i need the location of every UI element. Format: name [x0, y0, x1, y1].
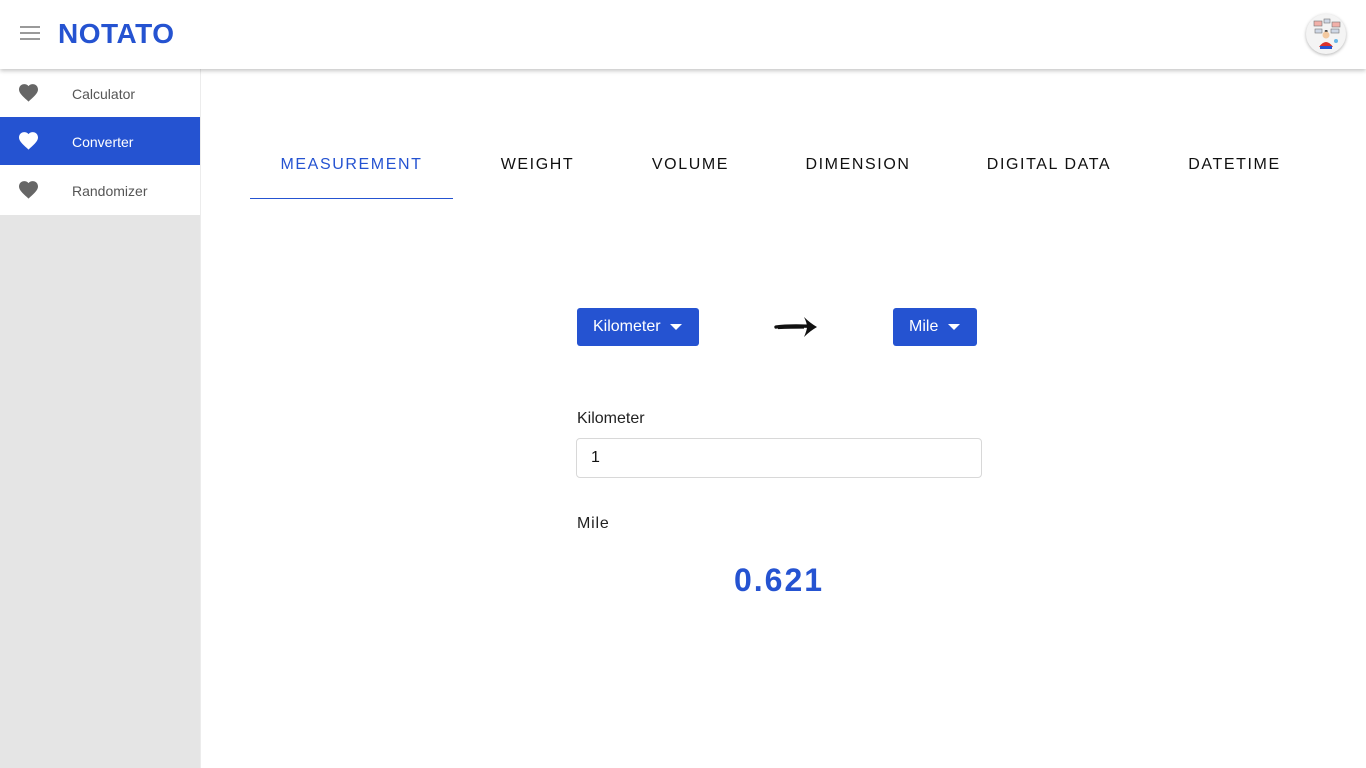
- input-label: Kilometer: [577, 410, 645, 427]
- tab-measurement[interactable]: MEASUREMENT: [250, 140, 453, 199]
- sidebar-item-randomizer[interactable]: Randomizer: [0, 165, 200, 215]
- tab-digital-data[interactable]: DIGITAL DATA: [957, 140, 1141, 199]
- tab-datetime[interactable]: DATETIME: [1141, 140, 1328, 199]
- app-brand-logo[interactable]: NOTATO: [58, 18, 175, 50]
- conversion-result: 0.621: [733, 562, 825, 598]
- to-unit-label: Mile: [909, 318, 939, 335]
- heart-icon: [19, 132, 38, 150]
- tab-dimension[interactable]: DIMENSION: [759, 140, 957, 199]
- sidebar-item-calculator[interactable]: Calculator: [0, 69, 200, 117]
- sidebar-item-label: Calculator: [72, 86, 136, 102]
- user-avatar-icon[interactable]: [1306, 14, 1346, 54]
- sidebar-item-label: Randomizer: [72, 183, 148, 199]
- from-unit-dropdown[interactable]: Kilometer: [577, 308, 699, 346]
- to-unit-dropdown[interactable]: Mile: [893, 308, 977, 346]
- hamburger-menu-icon[interactable]: [20, 26, 40, 40]
- heart-icon: [19, 181, 38, 199]
- heart-icon: [19, 84, 38, 102]
- sidebar: Calculator Converter Randomizer: [0, 69, 201, 768]
- kilometer-input[interactable]: [576, 438, 982, 478]
- from-unit-label: Kilometer: [593, 318, 661, 335]
- converter-tabs: MEASUREMENT WEIGHT VOLUME DIMENSION DIGI…: [250, 140, 1316, 200]
- chevron-down-icon: [670, 324, 682, 330]
- right-arrow-icon: [774, 317, 817, 337]
- output-label: Mile: [577, 515, 610, 532]
- chevron-down-icon: [948, 324, 960, 330]
- app-header: NOTATO: [0, 0, 1366, 69]
- tab-volume[interactable]: VOLUME: [622, 140, 759, 199]
- sidebar-item-converter[interactable]: Converter: [0, 117, 200, 165]
- tab-weight[interactable]: WEIGHT: [453, 140, 622, 199]
- sidebar-item-label: Converter: [72, 134, 134, 150]
